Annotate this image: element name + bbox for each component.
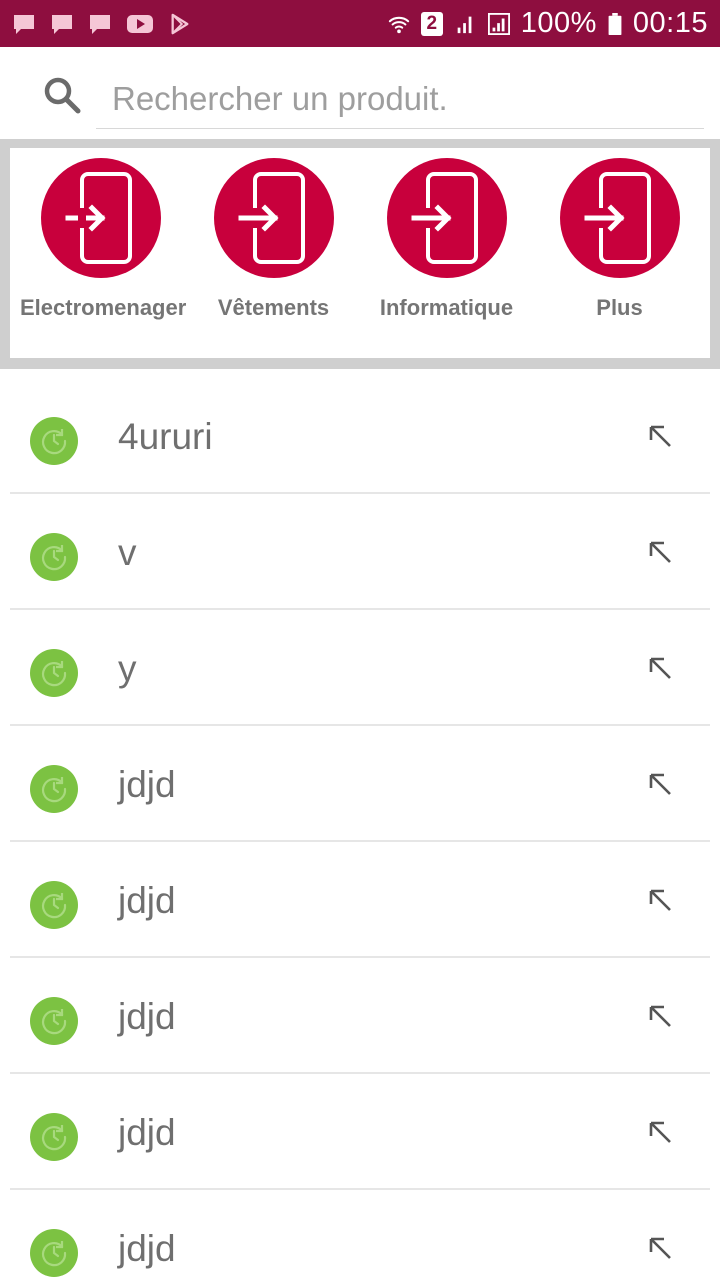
search-bar (0, 47, 720, 139)
history-icon (30, 533, 78, 581)
history-text: jdjd (118, 996, 176, 1037)
login-phone-icon (238, 172, 305, 264)
search-history-list: 4ururi v y jdjd jdjd jdjd jdjd jdjd (0, 378, 720, 1280)
category-informatique[interactable]: Informatique (360, 158, 533, 358)
history-text: v (118, 532, 137, 573)
clock: 00:15 (632, 7, 708, 39)
arrow-up-left-icon[interactable] (646, 538, 674, 566)
category-panel: Electromenager Vêtements Informatique Pl… (0, 139, 720, 369)
history-text: 4ururi (118, 416, 213, 457)
play-store-icon (171, 13, 189, 34)
arrow-up-left-icon[interactable] (646, 886, 674, 914)
history-row[interactable]: v (10, 494, 710, 610)
category-circle (40, 158, 161, 278)
history-icon (30, 417, 78, 465)
history-icon (30, 649, 78, 697)
category-label: Electromenager (20, 295, 187, 320)
wifi-icon (388, 16, 409, 33)
notification-icons (12, 13, 192, 35)
arrow-up-left-icon[interactable] (646, 1234, 674, 1262)
history-icon (30, 765, 78, 813)
login-phone-icon (584, 172, 651, 264)
history-row[interactable]: jdjd (10, 1074, 710, 1190)
system-icons: 2 100% 00:15 (387, 7, 708, 40)
category-circle (386, 158, 507, 278)
history-row[interactable]: jdjd (10, 1190, 710, 1280)
history-text: jdjd (118, 764, 176, 805)
sim-badge: 2 (420, 11, 443, 36)
login-phone-icon (65, 172, 132, 264)
signal-icon (487, 12, 510, 35)
battery-icon (608, 12, 622, 35)
clock-icon (41, 1009, 67, 1035)
category-label: Plus (596, 295, 643, 320)
clock-icon (41, 661, 67, 687)
clock-icon (41, 893, 67, 919)
category-row: Electromenager Vêtements Informatique Pl… (10, 148, 710, 358)
message-icon (14, 14, 34, 34)
history-text: y (118, 648, 137, 689)
history-row[interactable]: jdjd (10, 842, 710, 958)
history-icon (30, 1113, 78, 1161)
battery-percent: 100% (520, 7, 597, 39)
history-row[interactable]: 4ururi (10, 378, 710, 494)
message-icon (52, 14, 72, 34)
history-text: jdjd (118, 880, 176, 921)
category-label: Vêtements (217, 295, 330, 320)
status-bar: 2 100% 00:15 (0, 0, 720, 47)
youtube-icon (127, 14, 153, 33)
clock-icon (41, 777, 67, 803)
history-row[interactable]: y (10, 610, 710, 726)
message-icon (90, 14, 110, 34)
arrow-up-left-icon[interactable] (646, 1002, 674, 1030)
clock-icon (41, 429, 67, 455)
history-icon (30, 1229, 78, 1277)
clock-icon (41, 545, 67, 571)
login-phone-icon (411, 172, 478, 264)
history-text: jdjd (118, 1112, 176, 1153)
arrow-up-left-icon[interactable] (646, 1118, 674, 1146)
history-row[interactable]: jdjd (10, 726, 710, 842)
history-text: jdjd (118, 1228, 176, 1269)
arrow-up-left-icon[interactable] (646, 654, 674, 682)
category-circle (559, 158, 680, 278)
search-input[interactable] (96, 69, 704, 129)
history-icon (30, 997, 78, 1045)
search-icon[interactable] (42, 75, 82, 115)
arrow-up-left-icon[interactable] (646, 770, 674, 798)
arrow-up-left-icon[interactable] (646, 422, 674, 450)
clock-icon (41, 1241, 67, 1267)
history-icon (30, 881, 78, 929)
category-electromenager[interactable]: Electromenager (14, 158, 187, 358)
clock-icon (41, 1125, 67, 1151)
category-plus[interactable]: Plus (533, 158, 706, 358)
history-row[interactable]: jdjd (10, 958, 710, 1074)
category-circle (213, 158, 334, 278)
category-vetements[interactable]: Vêtements (187, 158, 360, 358)
category-label: Informatique (379, 295, 514, 320)
signal-icon (457, 16, 472, 33)
